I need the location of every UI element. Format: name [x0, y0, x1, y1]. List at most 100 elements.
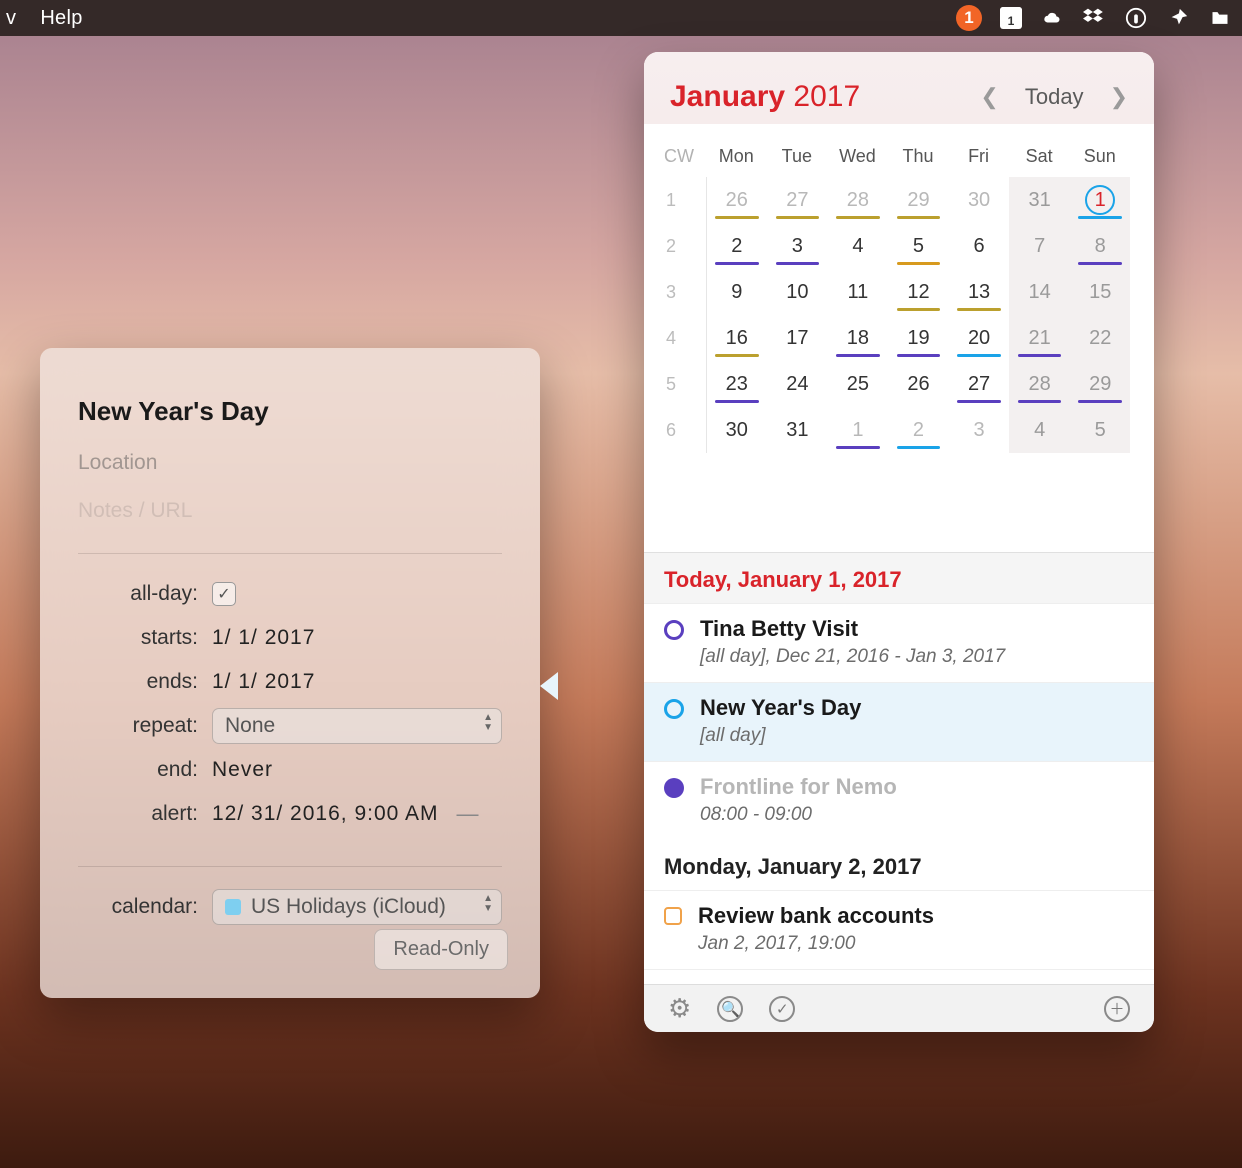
today-button[interactable]: Today	[1025, 84, 1084, 110]
calendar-day-cell[interactable]: 18	[827, 315, 888, 361]
gear-icon[interactable]: ⚙	[668, 993, 691, 1024]
event-color-dot	[664, 778, 684, 798]
agenda-item[interactable]: New Year's Day[all day]	[644, 682, 1154, 761]
calendar-day-cell[interactable]: 6	[948, 223, 1009, 269]
remove-alert-button[interactable]: —	[457, 801, 479, 827]
calendar-day-cell[interactable]: 22	[1069, 315, 1130, 361]
checkmark-icon[interactable]: ✓	[769, 996, 795, 1022]
dow-header: CW	[658, 138, 706, 177]
calendar-day-cell[interactable]: 1	[1069, 177, 1130, 223]
calendar-dropdown-panel: January 2017 ❮ Today ❯ CWMonTueWedThuFri…	[644, 52, 1154, 1032]
menu-item[interactable]: v	[6, 7, 16, 30]
calendar-day-cell[interactable]: 27	[767, 177, 828, 223]
cloud-icon[interactable]	[1040, 6, 1064, 30]
calendar-day-cell[interactable]: 26	[888, 361, 949, 407]
calendar-day-cell[interactable]: 8	[1069, 223, 1130, 269]
agenda-item[interactable]: Review bank accountsJan 2, 2017, 19:00	[644, 890, 1154, 969]
week-number: 2	[658, 223, 706, 269]
agenda-item-title: Tina Betty Visit	[700, 616, 1005, 642]
panel-footer: ⚙ 🔍 ✓ ＋	[644, 984, 1154, 1032]
repeat-select[interactable]: None ▲▼	[212, 708, 502, 744]
calendar-day-cell[interactable]: 29	[888, 177, 949, 223]
chevron-updown-icon: ▲▼	[483, 894, 493, 914]
calendar-day-cell[interactable]: 15	[1069, 269, 1130, 315]
calendar-day-cell[interactable]: 4	[827, 223, 888, 269]
pin-icon[interactable]	[1166, 6, 1190, 30]
location-field[interactable]: Location	[78, 451, 502, 475]
calendar-day-cell[interactable]: 17	[767, 315, 828, 361]
calendar-day-cell[interactable]: 3	[767, 223, 828, 269]
dow-header: Thu	[888, 138, 949, 177]
starts-label: starts:	[78, 626, 198, 650]
folder-icon[interactable]	[1208, 6, 1232, 30]
all-day-checkbox[interactable]	[212, 582, 236, 606]
calendar-day-cell[interactable]: 20	[948, 315, 1009, 361]
calendar-day-cell[interactable]: 13	[948, 269, 1009, 315]
calendar-day-cell[interactable]: 5	[888, 223, 949, 269]
calendar-day-cell[interactable]: 1	[827, 407, 888, 453]
starts-value[interactable]: 1/ 1/ 2017	[212, 626, 315, 650]
search-icon[interactable]: 🔍	[717, 996, 743, 1022]
calendar-day-cell[interactable]: 26	[706, 177, 767, 223]
notification-badge[interactable]: 1	[956, 5, 982, 31]
agenda-date-header: Monday, January 2, 2017	[644, 840, 1154, 890]
calendar-menubar-icon[interactable]: 1	[1000, 7, 1022, 29]
prev-month-button[interactable]: ❮	[980, 84, 998, 110]
calendar-day-cell[interactable]: 30	[948, 177, 1009, 223]
calendar-day-cell[interactable]: 31	[1009, 177, 1070, 223]
calendar-day-cell[interactable]: 12	[888, 269, 949, 315]
calendar-day-cell[interactable]: 14	[1009, 269, 1070, 315]
password-icon[interactable]	[1124, 6, 1148, 30]
calendar-day-cell[interactable]: 30	[706, 407, 767, 453]
calendar-day-cell[interactable]: 19	[888, 315, 949, 361]
calendar-day-cell[interactable]: 9	[706, 269, 767, 315]
calendar-day-cell[interactable]: 3	[948, 407, 1009, 453]
ends-value[interactable]: 1/ 1/ 2017	[212, 670, 315, 694]
menu-item-help[interactable]: Help	[40, 7, 82, 30]
agenda-item-title: Review bank accounts	[698, 903, 934, 929]
chevron-updown-icon: ▲▼	[483, 713, 493, 733]
calendar-day-cell[interactable]: 23	[706, 361, 767, 407]
agenda-item-subtitle: [all day], Dec 21, 2016 - Jan 3, 2017	[700, 646, 1005, 668]
calendar-day-cell[interactable]: 25	[827, 361, 888, 407]
event-title[interactable]: New Year's Day	[78, 396, 502, 427]
event-color-dot	[664, 907, 682, 925]
calendar-day-cell[interactable]: 10	[767, 269, 828, 315]
calendar-label: calendar:	[78, 895, 198, 919]
event-color-dot	[664, 699, 684, 719]
agenda-item[interactable]: Tina Betty Visit[all day], Dec 21, 2016 …	[644, 969, 1154, 984]
end-value[interactable]: Never	[212, 758, 273, 782]
calendar-day-cell[interactable]: 4	[1009, 407, 1070, 453]
agenda-item[interactable]: Frontline for Nemo08:00 - 09:00	[644, 761, 1154, 840]
popover-connector	[540, 672, 558, 700]
week-number: 5	[658, 361, 706, 407]
dow-header: Sat	[1009, 138, 1070, 177]
week-number: 3	[658, 269, 706, 315]
calendar-day-cell[interactable]: 7	[1009, 223, 1070, 269]
calendar-day-cell[interactable]: 28	[1009, 361, 1070, 407]
agenda-list[interactable]: Today, January 1, 2017 Tina Betty Visit […	[644, 552, 1154, 984]
week-number: 4	[658, 315, 706, 361]
add-button[interactable]: ＋	[1104, 996, 1130, 1022]
agenda-today-header: Today, January 1, 2017	[644, 553, 1154, 603]
read-only-button[interactable]: Read-Only	[374, 929, 508, 970]
dropbox-icon[interactable]	[1082, 6, 1106, 30]
agenda-item[interactable]: Tina Betty Visit [all day], Dec 21, 2016 …	[644, 603, 1154, 682]
calendar-day-cell[interactable]: 5	[1069, 407, 1130, 453]
calendar-day-cell[interactable]: 2	[888, 407, 949, 453]
month-year-title: January 2017	[670, 80, 860, 114]
next-month-button[interactable]: ❯	[1110, 84, 1128, 110]
calendar-day-cell[interactable]: 24	[767, 361, 828, 407]
calendar-day-cell[interactable]: 31	[767, 407, 828, 453]
calendar-day-cell[interactable]: 28	[827, 177, 888, 223]
calendar-day-cell[interactable]: 11	[827, 269, 888, 315]
calendar-day-cell[interactable]: 16	[706, 315, 767, 361]
divider	[78, 866, 502, 867]
calendar-day-cell[interactable]: 27	[948, 361, 1009, 407]
notes-field[interactable]: Notes / URL	[78, 499, 502, 523]
calendar-select[interactable]: US Holidays (iCloud) ▲▼	[212, 889, 502, 925]
calendar-day-cell[interactable]: 21	[1009, 315, 1070, 361]
calendar-day-cell[interactable]: 29	[1069, 361, 1130, 407]
calendar-day-cell[interactable]: 2	[706, 223, 767, 269]
alert-value[interactable]: 12/ 31/ 2016, 9:00 AM	[212, 802, 439, 826]
